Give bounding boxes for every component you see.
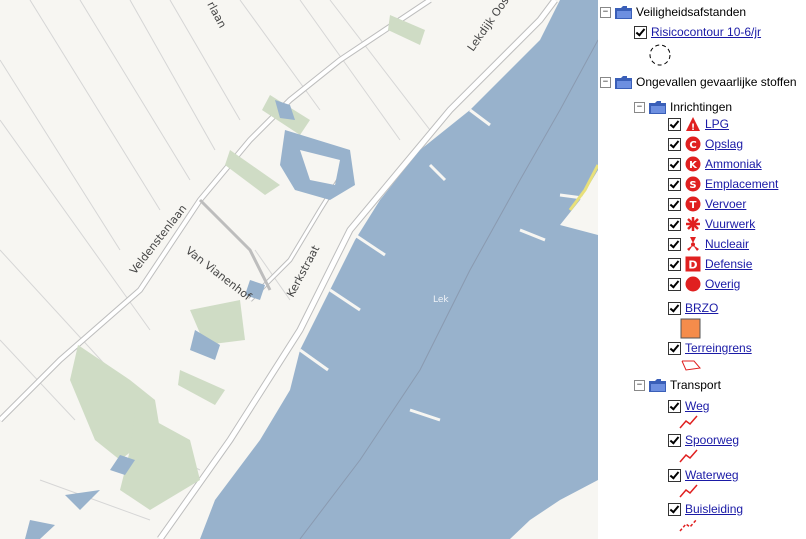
red-circle-icon [685, 276, 701, 292]
vervoer-checkbox[interactable] [668, 197, 681, 211]
collapse-icon[interactable]: − [634, 101, 645, 113]
ammoniak-link[interactable]: Ammoniak [705, 157, 762, 171]
street-label-rlaan: rlaan [204, 0, 229, 30]
lpg-checkbox[interactable] [668, 117, 681, 131]
legend-item-vervoer[interactable]: T Vervoer [668, 195, 746, 213]
defensie-icon: D [685, 256, 701, 272]
risicocontour-link[interactable]: Risicocontour 10-6/jr [651, 25, 761, 39]
legend-group-ongevallen[interactable]: − Ongevallen gevaarlijke stoffen [600, 73, 797, 91]
ammoniak-checkbox[interactable] [668, 157, 681, 171]
dashed-circle-icon [649, 44, 671, 66]
legend-panel: − Veiligheidsafstanden Risicocontour 10-… [598, 0, 806, 539]
folder-icon [649, 100, 667, 114]
weg-link[interactable]: Weg [685, 399, 709, 413]
vuurwerk-checkbox[interactable] [668, 217, 681, 231]
map-view[interactable]: Veldenstenlaan Van Vianenhof Kerkstraat … [0, 0, 598, 539]
orange-square-icon [680, 318, 701, 339]
legend-item-weg[interactable]: Weg [668, 397, 709, 415]
svg-text:S: S [689, 180, 696, 191]
legend-item-lpg[interactable]: ! LPG [668, 115, 729, 133]
spoorweg-link[interactable]: Spoorweg [685, 433, 739, 447]
svg-text:K: K [689, 160, 698, 171]
legend-subgroup-inrichtingen[interactable]: − Inrichtingen [634, 98, 732, 116]
collapse-icon[interactable]: − [600, 76, 611, 88]
legend-item-emplacement[interactable]: S Emplacement [668, 175, 778, 193]
legend-item-terreingrens[interactable]: Terreingrens [668, 339, 752, 357]
risicocontour-checkbox[interactable] [634, 25, 647, 39]
legend-item-vuurwerk[interactable]: Vuurwerk [668, 215, 755, 233]
legend-group-label: Veiligheidsafstanden [636, 5, 747, 19]
legend-item-buisleiding[interactable]: Buisleiding [668, 500, 743, 518]
legend-item-waterweg[interactable]: Waterweg [668, 466, 739, 484]
folder-icon [615, 75, 633, 89]
folder-icon [615, 5, 633, 19]
vervoer-icon: T [685, 196, 701, 212]
terreingrens-link[interactable]: Terreingrens [685, 341, 752, 355]
red-line-icon [679, 415, 698, 429]
brzo-link[interactable]: BRZO [685, 301, 718, 315]
terreingrens-checkbox[interactable] [668, 341, 681, 355]
legend-item-risicocontour[interactable]: Risicocontour 10-6/jr [634, 23, 761, 41]
collapse-icon[interactable]: − [634, 379, 645, 391]
ammoniak-icon: K [685, 156, 701, 172]
weg-checkbox[interactable] [668, 399, 681, 413]
waterweg-link[interactable]: Waterweg [685, 468, 739, 482]
emplacement-checkbox[interactable] [668, 177, 681, 191]
opslag-icon: C [685, 136, 701, 152]
overig-checkbox[interactable] [668, 277, 681, 291]
folder-icon [649, 378, 667, 392]
opslag-link[interactable]: Opslag [705, 137, 743, 151]
legend-group-veiligheidsafstanden[interactable]: − Veiligheidsafstanden [600, 3, 746, 21]
legend-item-ammoniak[interactable]: K Ammoniak [668, 155, 762, 173]
collapse-icon[interactable]: − [600, 6, 611, 18]
emplacement-link[interactable]: Emplacement [705, 177, 778, 191]
red-outline-icon [681, 360, 701, 371]
svg-text:D: D [688, 259, 697, 272]
svg-text:C: C [689, 140, 696, 151]
spoorweg-checkbox[interactable] [668, 433, 681, 447]
vuurwerk-link[interactable]: Vuurwerk [705, 217, 755, 231]
legend-subgroup-transport[interactable]: − Transport [634, 376, 721, 394]
map-canvas[interactable]: Veldenstenlaan Van Vianenhof Kerkstraat … [0, 0, 598, 539]
waterweg-checkbox[interactable] [668, 468, 681, 482]
buisleiding-checkbox[interactable] [668, 502, 681, 516]
street-label-van-vianenhof: Van Vianenhof [183, 244, 254, 304]
defensie-link[interactable]: Defensie [705, 257, 752, 271]
defensie-checkbox[interactable] [668, 257, 681, 271]
legend-item-defensie[interactable]: D Defensie [668, 255, 752, 273]
side-road [198, 198, 272, 291]
svg-text:T: T [690, 200, 697, 211]
legend-subgroup-label: Inrichtingen [670, 100, 733, 114]
river-label-lek: Lek [433, 295, 449, 305]
opslag-checkbox[interactable] [668, 137, 681, 151]
legend-item-nucleair[interactable]: Nucleair [668, 235, 749, 253]
nucleair-link[interactable]: Nucleair [705, 237, 749, 251]
red-line-icon [679, 449, 698, 463]
legend-item-overig[interactable]: Overig [668, 275, 740, 293]
legend-subgroup-label: Transport [670, 378, 721, 392]
warning-triangle-icon: ! [685, 116, 701, 132]
overig-link[interactable]: Overig [705, 277, 740, 291]
legend-group-label: Ongevallen gevaarlijke stoffen [636, 75, 797, 89]
brzo-checkbox[interactable] [668, 301, 681, 315]
emplacement-icon: S [685, 176, 701, 192]
radiation-icon [685, 236, 701, 252]
vervoer-link[interactable]: Vervoer [705, 197, 746, 211]
street-label-lekdijk-oost: Lekdijk Oost [465, 0, 515, 54]
nucleair-checkbox[interactable] [668, 237, 681, 251]
lpg-link[interactable]: LPG [705, 117, 729, 131]
red-line-icon [679, 484, 698, 498]
legend-item-brzo[interactable]: BRZO [668, 299, 718, 317]
firework-icon [685, 216, 701, 232]
legend-item-spoorweg[interactable]: Spoorweg [668, 431, 739, 449]
red-dashed-line-icon [679, 518, 698, 532]
buisleiding-link[interactable]: Buisleiding [685, 502, 743, 516]
svg-text:!: ! [691, 123, 695, 132]
legend-item-opslag[interactable]: C Opslag [668, 135, 743, 153]
